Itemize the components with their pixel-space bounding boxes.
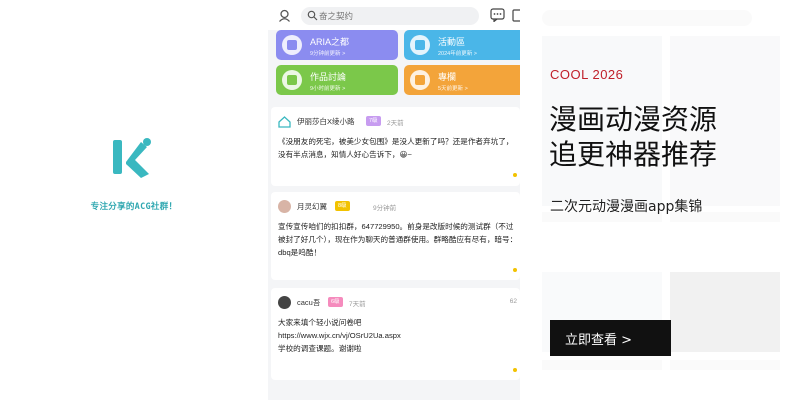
flag-icon — [410, 35, 430, 55]
tile-title: ARIA之都 — [310, 37, 350, 47]
post-username[interactable]: 伊丽莎白X绫小路 — [297, 116, 355, 127]
tile-columns[interactable]: 專欄 5天前更新 > — [404, 65, 520, 95]
category-tiles: ARIA之都 9分钟前更新 > 活動區 2024年前更新 > 作品討論 9小时前… — [276, 30, 520, 96]
avatar[interactable] — [278, 200, 291, 213]
phone-screenshot: ARIA之都 9分钟前更新 > 活動區 2024年前更新 > 作品討論 9小时前… — [268, 0, 520, 400]
tile-subtitle: 9分钟前更新 > — [310, 51, 346, 57]
post-time: 9分钟前 — [373, 205, 397, 212]
level-badge: 8级 — [335, 201, 350, 211]
search-bar[interactable] — [301, 7, 479, 25]
app-logo-icon — [113, 138, 151, 178]
post-body: 《没朋友的死宅，被美少女包围》是没人更新了吗？还是作者弃坑了，没有半点消息，知情… — [278, 137, 514, 159]
unread-dot — [513, 173, 517, 177]
promo-title-line1: 漫画动漫资源 — [549, 103, 718, 136]
splash-tagline: 专注分享的ACG社群！ — [90, 202, 178, 212]
tile-aria[interactable]: ARIA之都 9分钟前更新 > — [276, 30, 398, 60]
edit-icon[interactable] — [512, 8, 520, 22]
tile-subtitle: 5天前更新 > — [438, 86, 468, 92]
search-icon — [307, 10, 318, 21]
tile-subtitle: 2024年前更新 > — [438, 51, 477, 57]
post-body: 宣传宣传咱们的扣扣群，647729950。前身是改版时候的测试群（不过被封了好几… — [278, 222, 518, 257]
post-time: 2天前 — [387, 120, 404, 127]
tile-works[interactable]: 作品討論 9小时前更新 > — [276, 65, 398, 95]
post-time: 7天前 — [349, 301, 366, 308]
level-badge: 7级 — [366, 116, 381, 126]
post-card[interactable]: cacu吾 6级 7天前 62 大家来填个轻小说问卷吧 https://www.… — [271, 288, 520, 380]
tile-title: 活動區 — [438, 37, 466, 47]
tile-title: 作品討論 — [310, 72, 347, 82]
column-icon — [410, 70, 430, 90]
promo-title: 漫画动漫资源 追更神器推荐 — [549, 102, 789, 172]
avatar[interactable] — [278, 296, 291, 309]
top-bar — [268, 0, 520, 30]
book-icon — [282, 70, 302, 90]
tile-events[interactable]: 活動區 2024年前更新 > — [404, 30, 520, 60]
splash-panel: 专注分享的ACG社群！ — [0, 0, 268, 400]
level-badge: 6级 — [328, 297, 343, 307]
promo-subtitle: 二次元动漫漫画app集锦 — [550, 199, 703, 215]
promo-panel: COOL 2026 漫画动漫资源 追更神器推荐 二次元动漫漫画app集锦 立即查… — [520, 0, 800, 400]
unread-dot — [513, 268, 517, 272]
tile-subtitle: 9小时前更新 > — [310, 86, 346, 92]
post-username[interactable]: 月灵幻翼 — [297, 201, 327, 212]
promo-brand: COOL 2026 — [550, 67, 624, 82]
post-username[interactable]: cacu吾 — [297, 297, 320, 308]
post-count: 62 — [509, 298, 517, 305]
search-input[interactable] — [319, 9, 469, 23]
tile-title: 專欄 — [438, 72, 457, 82]
post-card[interactable]: 月灵幻翼 8级 9分钟前 宣传宣传咱们的扣扣群，647729950。前身是改版时… — [271, 192, 520, 280]
house-icon — [278, 116, 291, 128]
chat-icon[interactable] — [490, 8, 505, 22]
view-now-button[interactable]: 立即查看 > — [550, 320, 671, 356]
post-card[interactable]: 伊丽莎白X绫小路 7级 2天前 《没朋友的死宅，被美少女包围》是没人更新了吗？还… — [271, 107, 520, 186]
unread-dot — [513, 368, 517, 372]
aria-icon — [282, 35, 302, 55]
user-avatar-icon[interactable] — [278, 9, 291, 22]
post-body: 大家来填个轻小说问卷吧 https://www.wjx.cn/vj/OSrU2U… — [278, 318, 401, 353]
promo-title-line2: 追更神器推荐 — [549, 138, 718, 171]
